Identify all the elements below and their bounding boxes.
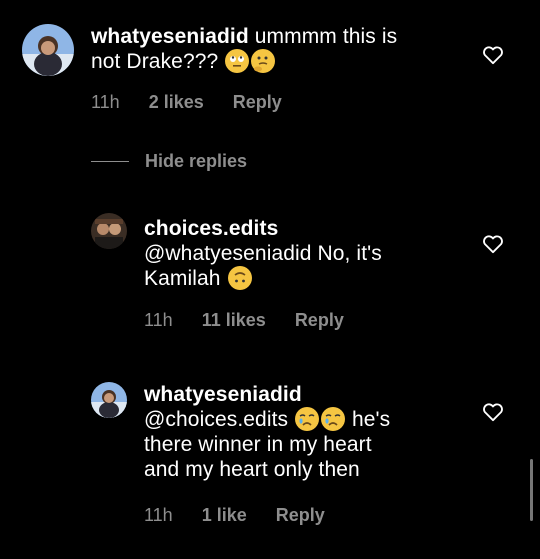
comment-time: 11h (91, 92, 120, 112)
like-heart-icon[interactable] (482, 45, 504, 65)
avatar[interactable] (91, 213, 127, 249)
comment-username[interactable]: whatyeseniadid (144, 383, 302, 406)
avatar-photo-icon (22, 24, 74, 76)
reply-button[interactable]: Reply (295, 310, 344, 330)
avatar[interactable] (22, 24, 74, 76)
crying-face-emoji-icon (321, 407, 346, 431)
upside-down-face-emoji-icon (227, 266, 252, 290)
avatar-photo-icon (91, 213, 127, 249)
comment-time: 11h (144, 310, 173, 330)
thinking-face-emoji-icon (251, 49, 276, 73)
comment-2-meta: 11h 11 likes Reply (144, 310, 368, 331)
comment-3-meta: 11h 1 like Reply (144, 505, 349, 526)
scrollbar[interactable] (530, 459, 533, 521)
hide-replies-button[interactable]: Hide replies (91, 151, 247, 172)
comment-2-text: choices.edits @whatyeseniadid No, it's K… (144, 216, 474, 291)
rolling-eyes-emoji-icon (225, 49, 250, 73)
avatar[interactable] (91, 382, 127, 418)
hide-replies-divider (91, 161, 129, 162)
comment-1-meta: 11h 2 likes Reply (91, 92, 306, 113)
comment-body: @whatyeseniadid No, it's (144, 242, 382, 265)
reply-button[interactable]: Reply (233, 92, 282, 112)
comment-1-text: whatyeseniadid ummmm this is not Drake??… (91, 24, 471, 74)
comment-mention-link[interactable]: @choices.edits (144, 408, 288, 431)
like-heart-icon[interactable] (482, 234, 504, 254)
likes-count-link[interactable]: 1 like (202, 505, 247, 525)
reply-button[interactable]: Reply (276, 505, 325, 525)
comment-body: and my heart only then (144, 458, 360, 481)
comment-body: there winner in my heart (144, 433, 372, 456)
comment-time: 11h (144, 505, 173, 525)
comment-body: Kamilah (144, 267, 221, 290)
likes-count-link[interactable]: 2 likes (149, 92, 204, 112)
like-heart-icon[interactable] (482, 402, 504, 422)
comment-body: not Drake??? (91, 50, 219, 73)
comment-username[interactable]: whatyeseniadid (91, 25, 249, 48)
avatar-photo-icon (91, 382, 127, 418)
comment-username[interactable]: choices.edits (144, 217, 278, 240)
comment-body: ummmm this is (254, 25, 398, 48)
comment-body: he's (352, 408, 391, 431)
likes-count-link[interactable]: 11 likes (202, 310, 266, 330)
hide-replies-label: Hide replies (145, 151, 248, 171)
comment-3-text: whatyeseniadid @choices.edits he's there… (144, 382, 474, 482)
crying-face-emoji-icon (295, 407, 320, 431)
